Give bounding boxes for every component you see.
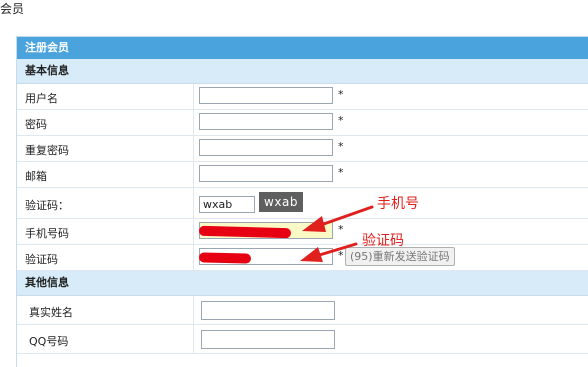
row-password: 密码 * <box>17 110 588 136</box>
captcha-image[interactable]: wxab <box>259 192 303 212</box>
real-name-input[interactable] <box>201 301 335 320</box>
code-annotation-text: 验证码 <box>362 233 404 249</box>
column-divider <box>193 245 194 270</box>
row-captcha: 验证码： wxab <box>17 188 588 219</box>
password-label: 密码 <box>25 118 47 131</box>
repeat-password-label: 重复密码 <box>25 144 69 157</box>
qq-input[interactable] <box>201 330 335 349</box>
section-basic-info: 基本信息 <box>17 59 588 84</box>
column-divider <box>193 188 194 218</box>
email-input[interactable] <box>199 165 333 182</box>
row-sms-code: 验证码 * (95)重新发送验证码 <box>17 245 588 271</box>
column-divider <box>193 325 194 353</box>
registration-form: 注册会员 基本信息 用户名 * 密码 * 重复密码 * 邮箱 * 验证码： wx… <box>16 36 588 367</box>
username-label: 用户名 <box>25 92 58 105</box>
qq-label: QQ号码 <box>29 335 69 348</box>
real-name-label: 真实姓名 <box>29 306 73 319</box>
username-input[interactable] <box>199 87 333 104</box>
row-repeat-password: 重复密码 * <box>17 136 588 162</box>
row-qq: QQ号码 <box>17 325 588 354</box>
captcha-input[interactable] <box>199 196 255 213</box>
required-marker: * <box>338 88 344 101</box>
column-divider <box>193 162 194 187</box>
repeat-password-input[interactable] <box>199 139 333 156</box>
password-input[interactable] <box>199 113 333 130</box>
page-title: 会员 <box>0 2 25 16</box>
row-username: 用户名 * <box>17 84 588 110</box>
column-divider <box>193 110 194 135</box>
captcha-label: 验证码： <box>25 199 69 212</box>
phone-annotation-text: 手机号 <box>377 196 419 212</box>
required-marker: * <box>338 166 344 179</box>
row-email: 邮箱 * <box>17 162 588 188</box>
section-other-info: 其他信息 <box>17 271 588 296</box>
column-divider <box>193 136 194 161</box>
row-real-name: 真实姓名 <box>17 296 588 325</box>
row-phone: 手机号码 * <box>17 219 588 245</box>
email-label: 邮箱 <box>25 170 47 183</box>
column-divider <box>193 84 194 109</box>
panel-header: 注册会员 <box>17 37 588 59</box>
required-marker: * <box>338 249 344 262</box>
phone-label: 手机号码 <box>25 227 69 240</box>
required-marker: * <box>338 140 344 153</box>
sms-code-redaction-mark <box>198 252 252 264</box>
column-divider <box>193 296 194 324</box>
required-marker: * <box>338 114 344 127</box>
required-marker: * <box>338 223 344 236</box>
column-divider <box>193 219 194 244</box>
sms-code-label: 验证码 <box>25 253 58 266</box>
